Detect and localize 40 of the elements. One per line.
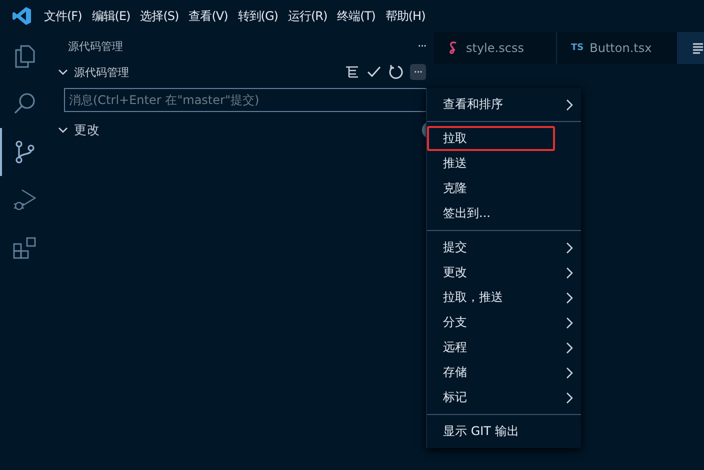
chevron-right-icon xyxy=(565,292,573,304)
menu-item[interactable]: 存储 xyxy=(427,360,581,385)
menu-bar-item[interactable]: 帮助(H) xyxy=(385,8,426,24)
menu-item[interactable]: 推送 xyxy=(427,151,581,176)
chevron-icon[interactable] xyxy=(58,67,68,77)
menu-bar-item[interactable]: 运行(R) xyxy=(288,8,328,24)
menu-item[interactable]: 分支 xyxy=(427,310,581,335)
chevron-right-icon xyxy=(565,392,573,404)
chevron-right-icon xyxy=(565,98,573,110)
changes-title[interactable]: 更改 xyxy=(74,122,100,138)
menu-bar-item[interactable]: 终端(T) xyxy=(337,8,376,24)
chevron-right-icon xyxy=(565,316,573,328)
menu-bar-item[interactable]: 转到(G) xyxy=(238,8,278,24)
menu-bar-item[interactable]: 编辑(E) xyxy=(92,8,130,24)
menu-item[interactable]: 签出到... xyxy=(427,201,581,226)
menu-item[interactable]: 显示 GIT 输出 xyxy=(427,419,581,444)
menu-item[interactable]: 克隆 xyxy=(427,176,581,201)
chevron-right-icon xyxy=(565,242,573,254)
menu-item[interactable]: 拉取 xyxy=(427,126,555,151)
tree-view-icon[interactable] xyxy=(344,64,360,80)
chevron-right-icon xyxy=(565,266,573,278)
menu-item[interactable]: 更改 xyxy=(427,260,581,285)
check-icon[interactable] xyxy=(366,64,382,80)
menu-bar-item[interactable]: 选择(S) xyxy=(140,8,179,24)
menu-item[interactable]: 提交 xyxy=(427,235,581,260)
menu-bar-item[interactable]: 文件(F) xyxy=(44,8,82,24)
lines-icon xyxy=(692,42,704,54)
more-actions-button[interactable]: ··· xyxy=(410,64,426,80)
chevron-right-icon xyxy=(565,342,573,354)
section-title[interactable]: 源代码管理 xyxy=(74,64,129,80)
more-actions-button[interactable]: ··· xyxy=(418,39,426,53)
refresh-icon[interactable] xyxy=(388,64,404,80)
chevron-icon[interactable] xyxy=(58,125,68,135)
app-logo-icon xyxy=(12,6,32,26)
menu-item[interactable]: 拉取，推送 xyxy=(427,285,581,310)
chevron-right-icon xyxy=(565,366,573,378)
sidebar-title: 源代码管理 xyxy=(68,38,123,54)
menu-item[interactable]: 远程 xyxy=(427,335,581,360)
menu-item[interactable]: 标记 xyxy=(427,385,581,410)
menu-bar-item[interactable]: 查看(V) xyxy=(188,8,228,24)
